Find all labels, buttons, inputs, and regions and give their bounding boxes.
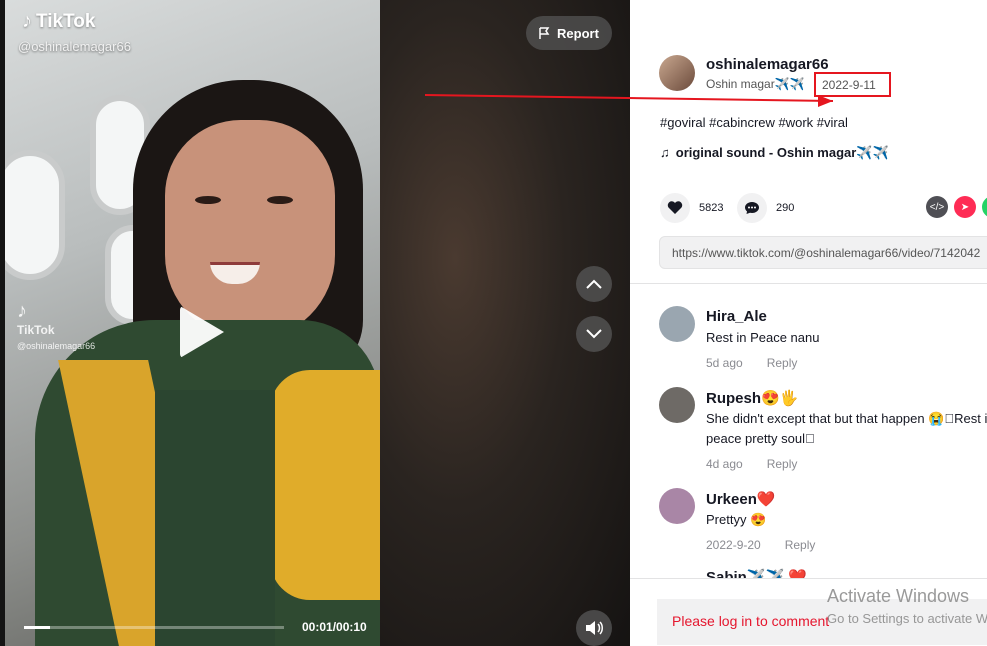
video-time: 00:01/00:10 [302,620,367,634]
comment-count: 290 [776,202,795,214]
uniform-yellow-sleeve [270,370,380,600]
video-progress-fill [24,626,50,629]
screen: ♪ TikTok @oshinalemagar66 ♪ TikTok @oshi… [0,0,987,646]
comment-avatar[interactable] [659,387,695,423]
chevron-down-icon [586,329,602,339]
author-display-name: Oshin magar✈️✈️ [706,77,805,91]
comment-time: 2022-9-20 [706,538,761,552]
comment-author[interactable]: Urkeen❤️ [706,490,776,508]
comment-item: Hira_Ale Rest in Peace nanu 5d ago Reply [659,306,987,376]
video-watermark: ♪ TikTok @oshinalemagar66 [17,300,95,351]
eye-image [195,196,221,204]
report-label: Report [557,25,599,41]
volume-button[interactable] [576,610,612,646]
previous-video-button[interactable] [576,266,612,302]
post-date: 2022-9-11 [814,72,891,97]
watermark-note-icon: ♪ [17,300,27,322]
flag-icon [539,26,550,39]
comment-meta: 5d ago Reply [706,356,797,370]
activate-windows-title: Activate Windows [827,586,970,606]
details-panel: oshinalemagar66 Oshin magar✈️✈️ 2022-9-1… [630,0,987,646]
eye-image [267,196,293,204]
comment-time: 4d ago [706,457,743,471]
video-player[interactable]: ♪ TikTok @oshinalemagar66 ♪ TikTok @oshi… [5,0,380,646]
author-username[interactable]: oshinalemagar66 [706,56,829,73]
tiktok-brand-text: TikTok [36,10,96,32]
tiktok-note-icon: ♪ [22,10,32,32]
comment-text: She didn't except that but that happen 😭… [706,411,987,446]
reply-link[interactable]: Reply [767,356,798,370]
video-stage: ♪ TikTok @oshinalemagar66 ♪ TikTok @oshi… [0,0,630,646]
comment-item: Urkeen❤️ Prettyy 😍 2022-9-20 Reply [659,488,987,558]
comment-author[interactable]: Hira_Ale [706,308,767,325]
comment-icon[interactable] [737,193,767,223]
reply-link[interactable]: Reply [785,538,816,552]
music-note-icon: ♫ [660,145,670,160]
comment-author[interactable]: Rupesh😍🖐 [706,389,798,407]
next-video-button[interactable] [576,316,612,352]
tiktok-logo: ♪ TikTok [22,10,95,33]
cabin-window-image [5,150,65,280]
video-author-handle: @oshinalemagar66 [18,39,131,54]
heart-icon[interactable] [660,193,690,223]
comment-text: Rest in Peace nanu [706,330,820,345]
comment-item: Rupesh😍🖐 She didn't except that but that… [659,387,987,477]
comment-meta: 4d ago Reply [706,457,797,471]
music-label: original sound - Oshin magar✈️✈️ [675,145,889,160]
comment-time: 5d ago [706,356,743,370]
video-progress-bar[interactable] [24,626,284,629]
comment-avatar[interactable] [659,488,695,524]
embed-icon[interactable]: </> [926,196,948,218]
post-caption[interactable]: #goviral #cabincrew #work #viral [660,115,848,130]
whatsapp-icon[interactable] [982,196,987,218]
uniform-inner-image [155,390,275,646]
report-button[interactable]: Report [526,16,612,50]
volume-icon [586,621,603,635]
like-count: 5823 [699,202,724,214]
reply-link[interactable]: Reply [767,457,798,471]
watermark-brand: TikTok [17,323,55,337]
watermark-handle: @oshinalemagar66 [17,341,96,351]
play-icon[interactable] [180,306,224,358]
chevron-up-icon [586,279,602,289]
author-avatar[interactable] [659,55,695,91]
post-music[interactable]: ♫ original sound - Oshin magar✈️✈️ [660,145,889,161]
send-icon[interactable]: ➤ [954,196,976,218]
comment-meta: 2022-9-20 Reply [706,538,815,552]
video-url-field[interactable]: https://www.tiktok.com/@oshinalemagar66/… [659,236,987,269]
divider [630,283,987,284]
comment-avatar[interactable] [659,306,695,342]
like-stat[interactable]: 5823 [660,193,723,223]
comment-text: Prettyy 😍 [706,512,767,527]
activate-windows-subtitle: Go to Settings to activate Windows. [827,611,987,626]
comment-stat[interactable]: 290 [737,193,794,223]
